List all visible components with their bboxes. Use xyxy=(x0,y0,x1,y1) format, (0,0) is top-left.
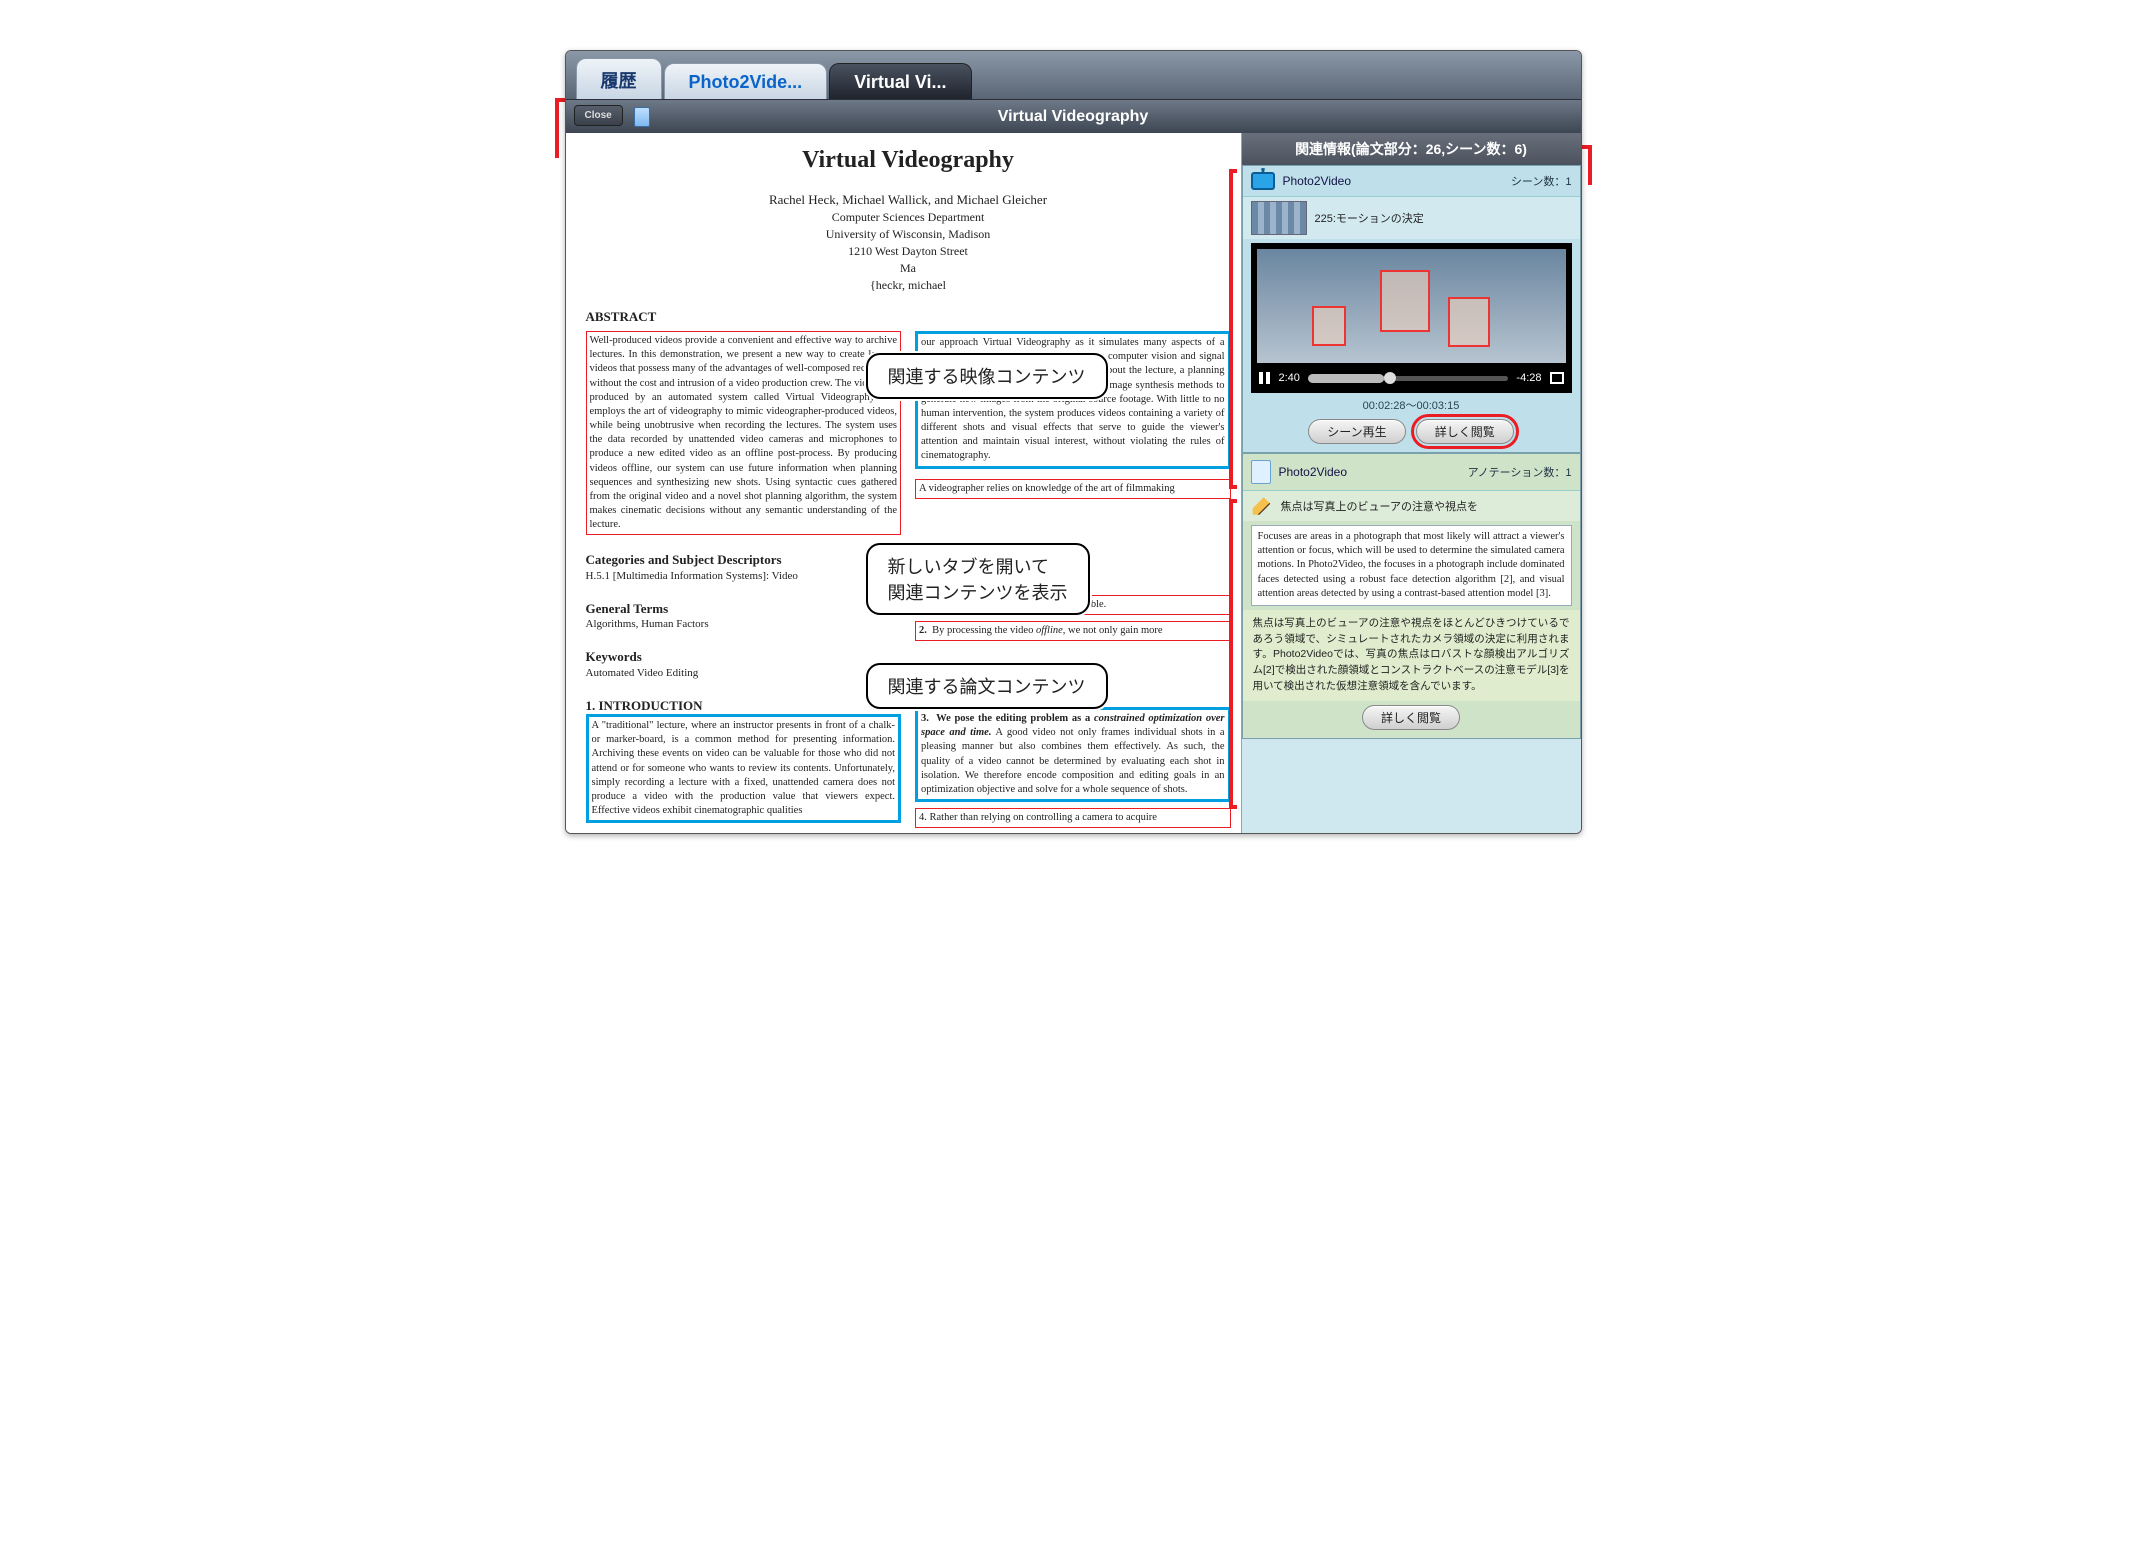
highlight-right1[interactable]: our approach Virtual Videography as it s… xyxy=(915,331,1231,469)
document-icon xyxy=(1251,460,1271,484)
bubble-new-tab: 新しいタブを開いて 関連コンテンツを表示 xyxy=(866,543,1090,615)
tab-bar: 履歴 Photo2Vide... Virtual Vi... xyxy=(566,51,1581,99)
face-box-1 xyxy=(1380,270,1430,332)
window-title: Virtual Videography xyxy=(998,108,1149,126)
video-player[interactable]: 2:40 -4:28 xyxy=(1251,243,1572,393)
seek-bar[interactable] xyxy=(1308,376,1509,381)
app-window: 履歴 Photo2Vide... Virtual Vi... Close Vir… xyxy=(565,50,1582,834)
time-elapsed: 2:40 xyxy=(1279,372,1300,384)
highlight-right1b[interactable]: A videographer relies on knowledge of th… xyxy=(915,479,1231,499)
pencil-icon xyxy=(1251,495,1273,517)
highlight-abstract[interactable]: Well-produced videos provide a convenien… xyxy=(586,331,902,535)
bubble-related-paper: 関連する論文コンテンツ xyxy=(866,663,1108,709)
detail-view-button-paper[interactable]: 詳しく閲覧 xyxy=(1362,705,1460,730)
related-video-card: Photo2Video シーン数：1 225:モーションの決定 xyxy=(1242,165,1581,453)
paper-pane[interactable]: Virtual Videography Rachel Heck, Michael… xyxy=(566,133,1241,833)
related-paragraph-en: Focuses are areas in a photograph that m… xyxy=(1251,525,1572,606)
play-scene-button[interactable]: シーン再生 xyxy=(1308,419,1405,444)
detail-view-button-video[interactable]: 詳しく閲覧 xyxy=(1416,419,1514,444)
document-icon xyxy=(634,107,650,127)
tab-virtual-videography[interactable]: Virtual Vi... xyxy=(829,63,971,99)
related-paper-card: Photo2Video アノテーション数：1 焦点は写真上のビューアの注意や視点… xyxy=(1242,453,1581,739)
title-bar: Close Virtual Videography xyxy=(566,99,1581,133)
face-box-3 xyxy=(1312,306,1346,346)
related-paragraph-jp: 焦点は写真上のビューアの注意や視点をほとんどひきつけているであろう領域で、シミュ… xyxy=(1243,610,1580,701)
tv-icon xyxy=(1251,172,1275,190)
filmstrip-icon xyxy=(1251,201,1307,235)
paper-title: Virtual Videography xyxy=(586,147,1231,174)
tab-history[interactable]: 履歴 xyxy=(576,58,662,99)
close-button[interactable]: Close xyxy=(574,105,623,126)
highlight-item4[interactable]: 4. Rather than relying on controlling a … xyxy=(915,808,1231,828)
highlight-item2[interactable]: 2. By processing the video offline, we n… xyxy=(915,621,1231,641)
fullscreen-icon[interactable] xyxy=(1550,372,1564,384)
related-header: 関連情報(論文部分：26,シーン数：6) xyxy=(1242,133,1581,165)
highlight-item3[interactable]: 3. We pose the editing problem as a cons… xyxy=(915,707,1231,802)
abstract-heading: ABSTRACT xyxy=(586,309,1231,325)
scene-time-range: 00:02:28～00:03:15 xyxy=(1243,395,1580,415)
face-box-2 xyxy=(1448,297,1490,347)
video-frame xyxy=(1257,249,1566,363)
related-content-pane: 関連情報(論文部分：26,シーン数：6) Photo2Video シーン数：1 … xyxy=(1241,133,1581,833)
bubble-related-video: 関連する映像コンテンツ xyxy=(866,353,1108,399)
tab-photo2video[interactable]: Photo2Vide... xyxy=(664,63,828,99)
highlight-intro[interactable]: A "traditional" lecture, where an instru… xyxy=(586,714,902,823)
pause-icon[interactable] xyxy=(1259,372,1271,384)
time-remaining: -4:28 xyxy=(1516,372,1541,384)
paper-authors: Rachel Heck, Michael Wallick, and Michae… xyxy=(586,192,1231,208)
